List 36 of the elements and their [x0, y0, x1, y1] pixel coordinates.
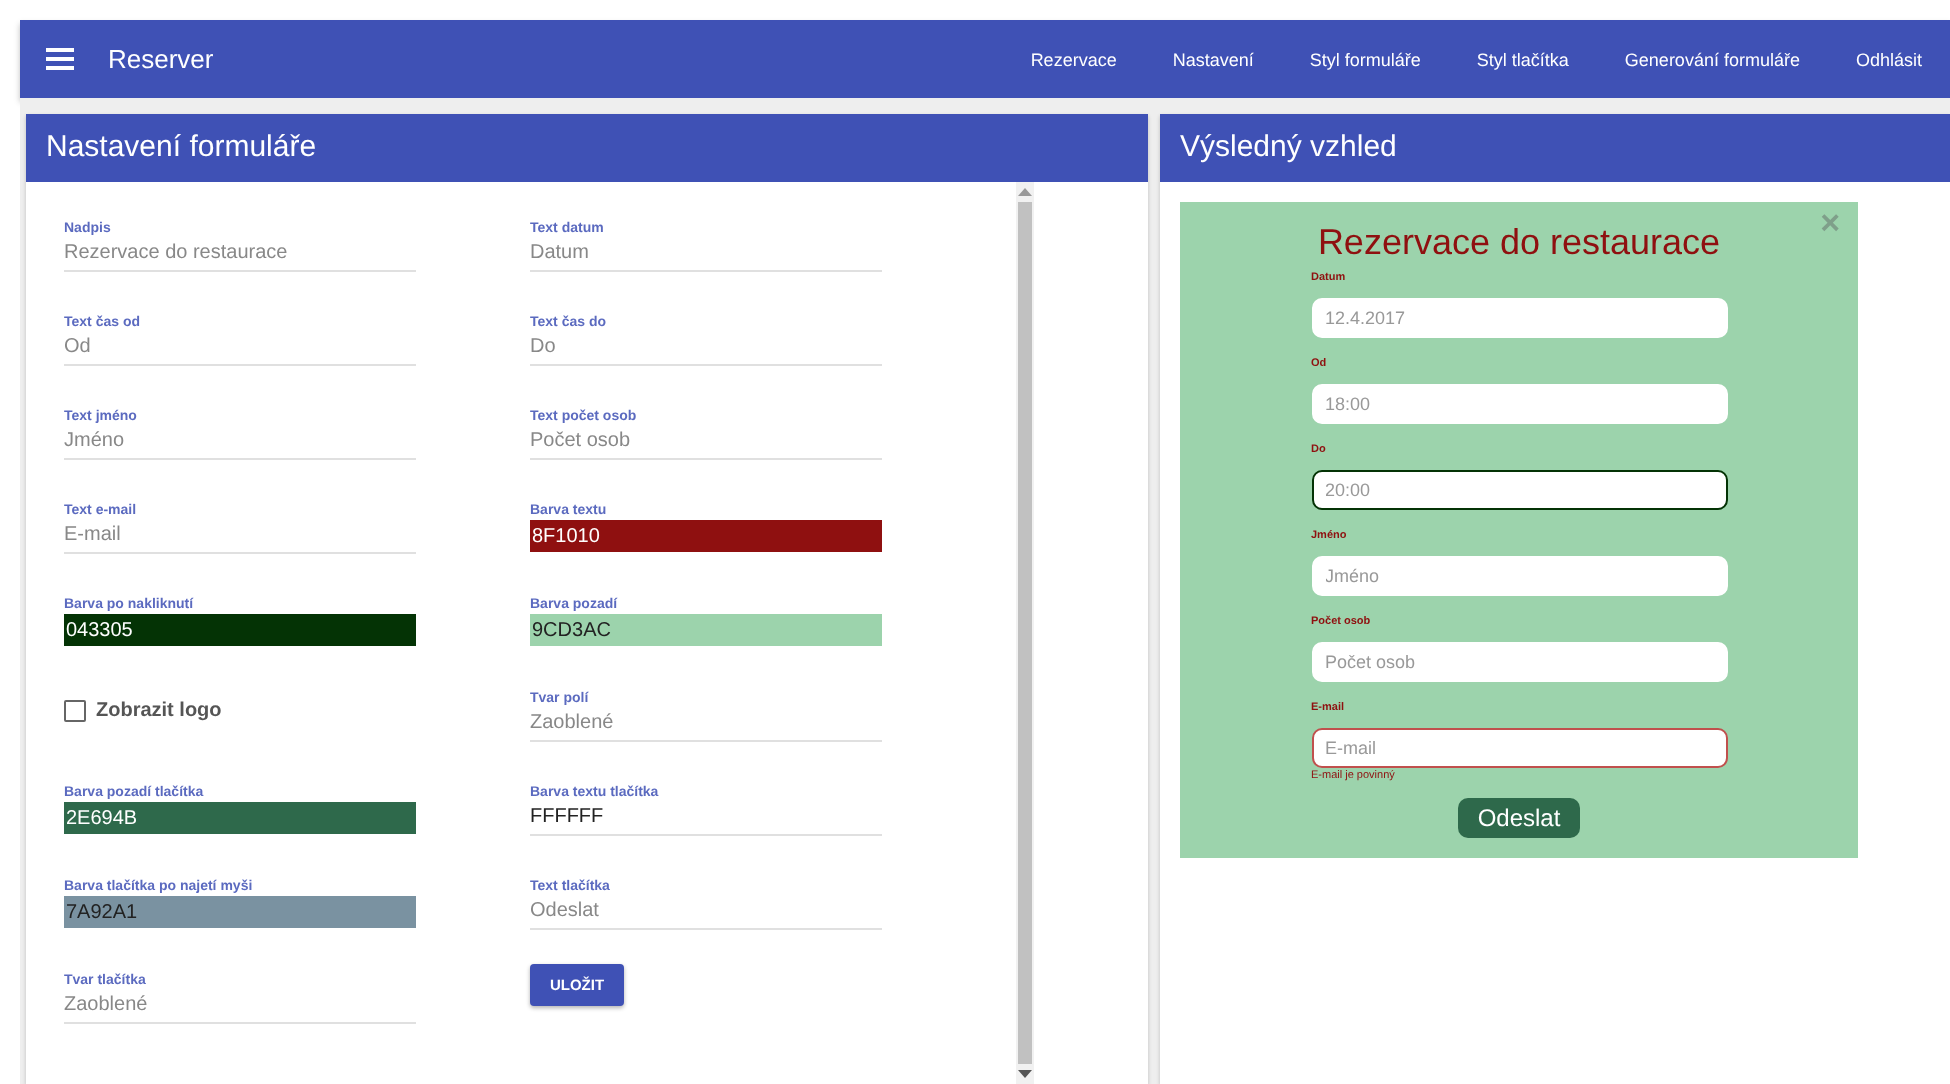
input-field[interactable]: Jméno: [64, 426, 416, 460]
nav-link[interactable]: Styl formuláře: [1281, 49, 1449, 69]
scrollbar[interactable]: [1016, 182, 1034, 1084]
color-field[interactable]: 7A92A1: [64, 896, 416, 928]
input-field[interactable]: E-mail: [64, 520, 416, 554]
input-field[interactable]: 12.4.2017: [1311, 298, 1727, 338]
input-field[interactable]: Rezervace do restaurace: [64, 238, 416, 272]
card-title: Výsledný vzhled: [1160, 114, 1950, 182]
nav-link[interactable]: Styl tlačítka: [1448, 49, 1597, 69]
menu-icon[interactable]: [46, 48, 74, 70]
checkbox[interactable]: [64, 700, 86, 722]
color-field[interactable]: 2E694B: [64, 802, 416, 834]
input-field[interactable]: Od: [64, 332, 416, 366]
input-field[interactable]: 18:00: [1311, 384, 1727, 424]
input-field[interactable]: E-mail: [1311, 728, 1727, 768]
input-field[interactable]: Zaoblené: [530, 708, 882, 742]
color-field[interactable]: 9CD3AC: [530, 614, 882, 646]
input-field[interactable]: Odeslat: [530, 896, 882, 930]
nav-link[interactable]: Odhlásit: [1827, 49, 1950, 69]
input-field[interactable]: Zaoblené: [64, 990, 416, 1024]
submit-button[interactable]: Odeslat: [1457, 798, 1581, 838]
input-field[interactable]: Datum: [530, 238, 882, 272]
scroll-down-icon[interactable]: [1018, 1070, 1032, 1078]
form-heading: Rezervace do restaurace: [1317, 222, 1721, 264]
color-field[interactable]: 043305: [64, 614, 416, 646]
color-field[interactable]: 8F1010: [530, 520, 882, 552]
input-field[interactable]: Počet osob: [530, 426, 882, 460]
nav-link[interactable]: Nastavení: [1144, 49, 1282, 69]
card-title: Nastavení formuláře: [26, 114, 1148, 182]
nav-link[interactable]: Rezervace: [1002, 49, 1145, 69]
input-field[interactable]: FFFFFF: [530, 802, 882, 836]
app-title: Reserver: [108, 44, 214, 74]
input-field[interactable]: Do: [530, 332, 882, 366]
nav-link[interactable]: Generování formuláře: [1596, 49, 1828, 69]
checkbox-label: Zobrazit logo: [96, 700, 222, 722]
input-field[interactable]: 20:00: [1311, 470, 1727, 510]
